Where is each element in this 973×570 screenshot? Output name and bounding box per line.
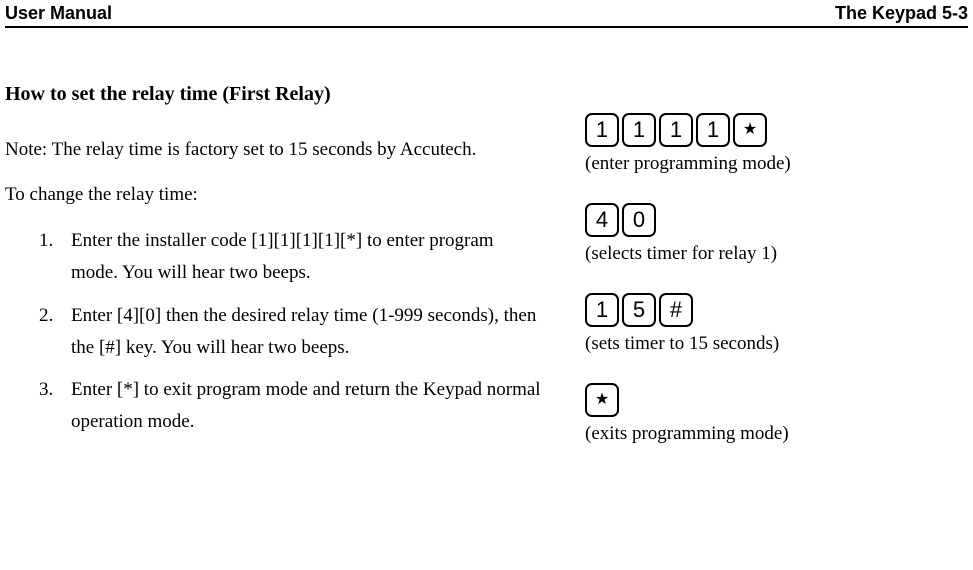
content-area: How to set the relay time (First Relay) …	[5, 83, 968, 473]
list-item: Enter [4][0] then the desired relay time…	[39, 300, 545, 365]
header-left: User Manual	[5, 3, 112, 24]
keypad-key: 1	[659, 113, 693, 147]
keypad-key: 4	[585, 203, 619, 237]
list-item: Enter [*] to exit program mode and retur…	[39, 374, 545, 439]
right-column: 1 1 1 1 (enter programming mode) 4 0 (se…	[585, 83, 968, 473]
keypad-star-key	[733, 113, 767, 147]
header-right: The Keypad 5-3	[835, 3, 968, 24]
section-title: How to set the relay time (First Relay)	[5, 83, 545, 106]
keypad-key: 1	[696, 113, 730, 147]
page-header: User Manual The Keypad 5-3	[5, 3, 968, 28]
key-sequence: 1 5 # (sets timer to 15 seconds)	[585, 293, 968, 355]
steps-list: Enter the installer code [1][1][1][1][*]…	[5, 225, 545, 439]
list-item: Enter the installer code [1][1][1][1][*]…	[39, 225, 545, 290]
keypad-key: 1	[585, 293, 619, 327]
note-text: Note: The relay time is factory set to 1…	[5, 136, 545, 165]
intro-text: To change the relay time:	[5, 181, 545, 210]
keypad-key: 1	[622, 113, 656, 147]
keypad-key: #	[659, 293, 693, 327]
keypad-key: 0	[622, 203, 656, 237]
key-caption: (exits programming mode)	[585, 423, 968, 445]
key-row: 1 5 #	[585, 293, 968, 327]
key-caption: (selects timer for relay 1)	[585, 243, 968, 265]
key-sequence: 1 1 1 1 (enter programming mode)	[585, 113, 968, 175]
keypad-key: 1	[585, 113, 619, 147]
keypad-star-key	[585, 383, 619, 417]
key-row: 4 0	[585, 203, 968, 237]
keypad-key: 5	[622, 293, 656, 327]
left-column: How to set the relay time (First Relay) …	[5, 83, 585, 473]
key-row: 1 1 1 1	[585, 113, 968, 147]
key-sequence: 4 0 (selects timer for relay 1)	[585, 203, 968, 265]
key-caption: (sets timer to 15 seconds)	[585, 333, 968, 355]
key-row	[585, 383, 968, 417]
key-sequence: (exits programming mode)	[585, 383, 968, 445]
key-caption: (enter programming mode)	[585, 153, 968, 175]
